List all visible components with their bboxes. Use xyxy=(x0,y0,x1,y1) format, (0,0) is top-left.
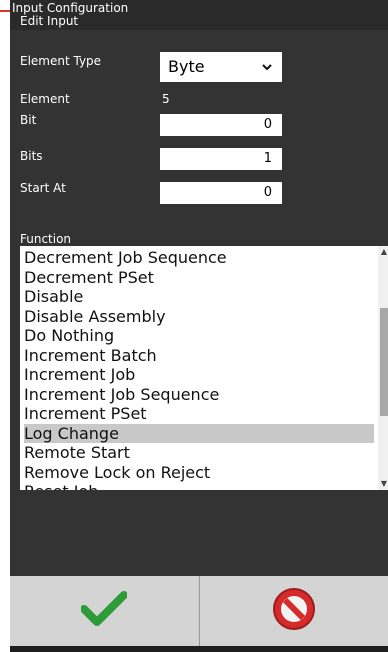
list-item[interactable]: Reset Job xyxy=(24,482,374,490)
left-edge xyxy=(0,0,10,652)
list-item[interactable]: Disable xyxy=(24,287,374,307)
ok-button[interactable] xyxy=(10,576,198,646)
scrollbar-thumb[interactable] xyxy=(380,308,388,416)
bit-label: Bit xyxy=(20,113,37,127)
list-item[interactable]: Disable Assembly xyxy=(24,307,374,327)
element-type-label: Element Type xyxy=(20,54,102,68)
list-item[interactable]: Decrement PSet xyxy=(24,268,374,288)
function-list: Decrement Job Sequence Decrement PSet Disa… xyxy=(24,248,374,490)
function-listbox[interactable]: Decrement Job Sequence Decrement PSet Disa… xyxy=(20,246,388,490)
title-bar: Input Configuration Edit Input xyxy=(10,0,388,30)
checkmark-icon xyxy=(80,591,128,631)
element-value: 5 xyxy=(162,92,170,106)
list-item[interactable]: Decrement Job Sequence xyxy=(24,248,374,268)
scroll-up-icon[interactable]: ▲ xyxy=(378,246,388,258)
cancel-button[interactable] xyxy=(200,576,388,646)
input-config-dialog: Input Configuration Edit Input Element T… xyxy=(10,0,388,652)
scroll-down-icon[interactable]: ▼ xyxy=(378,478,388,490)
start-at-label: Start At xyxy=(20,181,66,195)
list-item[interactable]: Increment Job xyxy=(24,365,374,385)
footer-bar xyxy=(10,576,388,652)
list-item[interactable]: Increment PSet xyxy=(24,404,374,424)
list-scrollbar[interactable]: ▲ ▼ xyxy=(378,246,388,490)
bits-input[interactable]: 1 xyxy=(160,148,282,170)
bottom-strip xyxy=(10,646,388,652)
start-at-input[interactable]: 0 xyxy=(160,182,282,204)
list-item[interactable]: Do Nothing xyxy=(24,326,374,346)
element-type-value: Byte xyxy=(168,57,205,76)
list-item[interactable]: Log Change xyxy=(24,423,374,443)
list-item[interactable]: Remove Lock on Reject xyxy=(24,463,374,483)
chevron-down-icon xyxy=(262,52,272,93)
list-item[interactable]: Increment Batch xyxy=(24,346,374,366)
element-label: Element xyxy=(20,92,70,106)
edge-marker xyxy=(0,10,10,12)
list-item[interactable]: Remote Start xyxy=(24,443,374,463)
bit-input[interactable]: 0 xyxy=(160,114,282,136)
element-type-select[interactable]: Byte xyxy=(160,52,282,82)
bits-label: Bits xyxy=(20,149,43,163)
dialog-subtitle: Edit Input xyxy=(20,14,79,28)
function-label: Function xyxy=(20,232,72,246)
no-entry-icon xyxy=(271,586,317,636)
list-item[interactable]: Increment Job Sequence xyxy=(24,385,374,405)
